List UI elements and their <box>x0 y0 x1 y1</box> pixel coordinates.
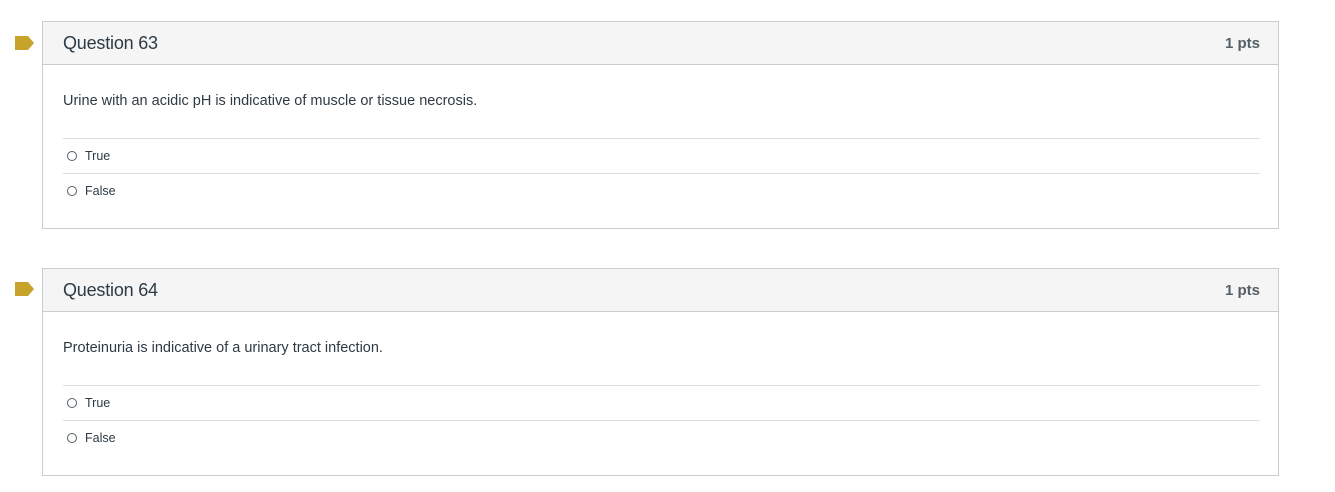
question-title: Question 64 <box>63 279 158 300</box>
bookmark-flag-icon[interactable] <box>15 36 34 50</box>
answer-label: True <box>85 396 111 410</box>
question-text: Urine with an acidic pH is indicative of… <box>63 93 478 109</box>
bookmark-flag-icon[interactable] <box>15 282 34 296</box>
answer-option-true[interactable]: True <box>63 138 1260 173</box>
question-body: Urine with an acidic pH is indicative of… <box>43 65 1278 228</box>
answer-label: False <box>85 431 116 445</box>
radio-button[interactable] <box>67 398 77 408</box>
question-text: Proteinuria is indicative of a urinary t… <box>63 340 383 356</box>
question-card: Question 63 1 pts Urine with an acidic p… <box>42 21 1279 229</box>
question-points: 1 pts <box>1224 281 1260 299</box>
question-header: Question 64 1 pts <box>43 269 1278 312</box>
answer-label: True <box>85 149 111 163</box>
radio-button[interactable] <box>67 186 77 196</box>
radio-button[interactable] <box>67 151 77 161</box>
question-header: Question 63 1 pts <box>43 22 1278 65</box>
question-points: 1 pts <box>1224 34 1260 52</box>
question-body: Proteinuria is indicative of a urinary t… <box>43 312 1278 475</box>
answer-option-false[interactable]: False <box>63 420 1260 455</box>
answer-option-true[interactable]: True <box>63 385 1260 420</box>
answer-label: False <box>85 184 116 198</box>
question-card: Question 64 1 pts Proteinuria is indicat… <box>42 268 1279 476</box>
radio-button[interactable] <box>67 433 77 443</box>
question-title: Question 63 <box>63 32 158 53</box>
answer-option-false[interactable]: False <box>63 173 1260 208</box>
